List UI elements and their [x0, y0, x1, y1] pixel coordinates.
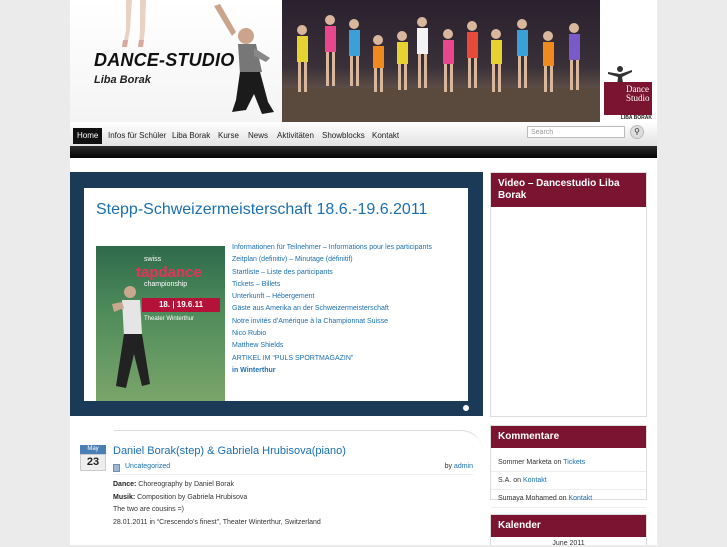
link-artikel[interactable]: ARTIKEL IM “PULS SPORTMAGAZIN” — [232, 353, 462, 365]
side-logo[interactable]: Dance Studio LIBA BORAK — [600, 0, 657, 122]
post-author[interactable]: admin — [454, 463, 473, 470]
link-matthew-shields[interactable]: Matthew Shields — [232, 340, 462, 352]
post-category[interactable]: Uncategorized — [125, 463, 170, 470]
calendar-month: June 2011 — [552, 540, 585, 547]
search-button[interactable]: ⚲ — [630, 125, 644, 139]
comment-target[interactable]: Kontakt — [568, 495, 592, 502]
music-value: Composition by Gabriela Hrubisova — [137, 493, 248, 501]
calendar-widget: Kalender June 2011 — [490, 514, 647, 547]
main-nav: Home Infos für Schüler Liba Borak Kurse … — [70, 122, 657, 146]
side-logo-name: LIBA BORAK — [620, 115, 652, 121]
comment-target[interactable]: Kontakt — [523, 477, 547, 484]
nav-item-infos[interactable]: Infos für Schüler — [104, 128, 170, 144]
header-banner-photo — [282, 0, 600, 122]
nav-item-kurse[interactable]: Kurse — [214, 128, 243, 144]
site-header: DANCE-STUDIO Liba Borak Dance Studio LIB… — [70, 0, 657, 123]
nav-item-liba-borak[interactable]: Liba Borak — [168, 128, 214, 144]
comment-item: S.A. on Kontakt — [491, 472, 646, 490]
site-subtitle: Liba Borak — [94, 74, 151, 86]
comment-on: on — [553, 459, 562, 466]
music-label: Musik: — [113, 493, 136, 501]
side-logo-line2: Studio — [626, 93, 650, 103]
search-input[interactable]: Search — [527, 126, 625, 138]
comments-widget-title: Kommentare — [491, 426, 646, 448]
slider-dot[interactable] — [463, 405, 469, 411]
nav-item-showblocks[interactable]: Showblocks — [318, 128, 369, 144]
folder-icon — [113, 464, 120, 472]
post-title[interactable]: Daniel Borak(step) & Gabriela Hrubisova(… — [113, 445, 346, 457]
site-title[interactable]: DANCE-STUDIO — [94, 50, 234, 71]
featured-links: Informationen für Teilnehmer – Informati… — [232, 242, 462, 377]
comment-author: S.A. — [498, 477, 512, 484]
blog-post: May 23 Daniel Borak(step) & Gabriela Hru… — [70, 430, 483, 545]
by-label: by — [444, 463, 452, 470]
ballet-dancer-image — [122, 0, 146, 47]
link-gaeste[interactable]: Gäste aus Amerika an der Schweizermeiste… — [232, 303, 462, 315]
post-line-event: 28.01.2011 in “Crescendo’s finest”, Thea… — [113, 518, 321, 526]
post-line-cousins: The two are cousins =) — [113, 506, 185, 513]
link-zeitplan[interactable]: Zeitplan (definitiv) – Minutage (définit… — [232, 254, 462, 266]
featured-slider: Stepp-Schweizermeisterschaft 18.6.-19.6.… — [70, 172, 483, 416]
poster-championship: championship — [144, 281, 188, 288]
nav-item-news[interactable]: News — [244, 128, 272, 144]
post-date-month: May — [80, 445, 106, 454]
comment-item: Sommer Marketa on Tickets — [491, 454, 646, 472]
link-unterkunft[interactable]: Unterkunft – Hébergement — [232, 291, 462, 303]
comment-target[interactable]: Tickets — [563, 459, 585, 466]
nav-item-home[interactable]: Home — [73, 128, 103, 144]
nav-item-aktivitaeten[interactable]: Aktivitäten — [273, 128, 318, 144]
dance-value: Choreography by Daniel Borak — [138, 481, 235, 488]
poster-swiss: swiss — [144, 256, 162, 263]
link-startliste[interactable]: Startliste – Liste des participants — [232, 267, 462, 279]
dance-label: Dance: — [113, 481, 137, 488]
logo-area[interactable]: DANCE-STUDIO Liba Borak — [70, 0, 282, 122]
featured-slide: Stepp-Schweizermeisterschaft 18.6.-19.6.… — [84, 188, 468, 401]
tapdance-poster-image[interactable]: swiss tapdance championship 18. | 19.6.1… — [96, 246, 225, 401]
nav-shadow-bar — [70, 146, 657, 158]
poster-dates: 18. | 19.6.11 — [142, 298, 220, 312]
nav-item-kontakt[interactable]: Kontakt — [368, 128, 403, 144]
comment-on: on — [513, 477, 521, 484]
post-byline: by admin — [445, 463, 473, 470]
comment-author: Sumaya Mohamed — [498, 495, 557, 502]
video-widget-title: Video – Dancestudio Liba Borak — [491, 173, 646, 207]
post-line-dance: Dance: Choreography by Daniel Borak — [113, 479, 321, 492]
post-body: Dance: Choreography by Daniel Borak Musi… — [113, 479, 321, 529]
side-logo-box: Dance Studio — [604, 82, 652, 115]
comment-on: on — [558, 495, 567, 502]
post-line-music: Musik: Composition by Gabriela Hrubisova — [113, 492, 321, 505]
link-invites[interactable]: Notre invités d’Amérique à la Championna… — [232, 316, 462, 328]
comment-author: Sommer Marketa — [498, 459, 552, 466]
link-in-winterthur[interactable]: in Winterthur — [232, 365, 462, 377]
calendar-widget-title: Kalender — [491, 515, 646, 537]
post-date-day: 23 — [80, 454, 106, 471]
search-icon: ⚲ — [634, 127, 640, 136]
link-nico-rubio[interactable]: Nico Rubio — [232, 328, 462, 340]
video-widget: Video – Dancestudio Liba Borak — [490, 172, 647, 417]
link-tickets[interactable]: Tickets – Billets — [232, 279, 462, 291]
comment-item: Sumaya Mohamed on Kontakt — [491, 490, 646, 508]
link-info-teilnehmer[interactable]: Informationen für Teilnehmer – Informati… — [232, 242, 462, 254]
dancing-children-image — [282, 15, 600, 122]
comments-widget: Kommentare Sommer Marketa on Tickets S.A… — [490, 425, 647, 508]
poster-theater: Theater Winterthur — [144, 316, 195, 322]
poster-tapdance: tapdance — [136, 264, 202, 281]
page-wrapper: DANCE-STUDIO Liba Borak Dance Studio LIB… — [70, 0, 657, 547]
post-meta: Uncategorized by admin — [113, 462, 473, 475]
featured-title[interactable]: Stepp-Schweizermeisterschaft 18.6.-19.6.… — [96, 200, 436, 220]
